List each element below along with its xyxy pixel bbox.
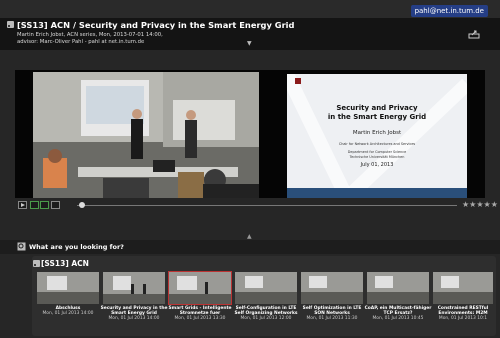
- lecture-caption[interactable]: Security and Privacy in the Smart Energy…: [100, 306, 168, 321]
- lecture-date: Mon, 01 Jul 2013 14:00: [108, 316, 160, 321]
- thumbnail-image: [169, 272, 231, 304]
- lecture-date: Mon, 01 Jul 2013 11:30: [306, 316, 358, 321]
- progress-track[interactable]: [77, 205, 457, 206]
- slide-chair: Chair for Network Architectures and Serv…: [338, 142, 416, 146]
- camera-video[interactable]: [33, 72, 259, 198]
- slide-title-line1: Security and Privacy: [336, 104, 418, 112]
- thumbnail-image: [433, 272, 493, 304]
- lecture-thumbnail[interactable]: [433, 272, 493, 304]
- layout-camera-button[interactable]: [30, 201, 39, 209]
- lecture-caption[interactable]: Constrained RESTful Environments: M2M Mo…: [430, 306, 496, 321]
- slide-date: July 01, 2013: [360, 162, 394, 168]
- lecture-title: [SS13] ACN / Security and Privacy in the…: [17, 20, 295, 30]
- lecture-thumbnail[interactable]: [235, 272, 297, 304]
- lecture-caption[interactable]: Self Optimization in LTE SON Networks Mo…: [298, 306, 366, 321]
- lecture-caption[interactable]: Smart Grids - Intelligente Stromnetze fu…: [166, 306, 234, 321]
- lecture-title: CoAP, ein Multicast-fähiger TCP Ersatz?: [364, 306, 432, 316]
- lecture-caption[interactable]: CoAP, ein Multicast-fähiger TCP Ersatz? …: [364, 306, 432, 321]
- lecture-subtitle: Martin Erich Jobst, ACN series, Mon, 201…: [17, 32, 163, 38]
- slide-title-line2: in the Smart Energy Grid: [327, 113, 427, 121]
- chevron-down-icon[interactable]: ▼: [247, 40, 252, 47]
- lecture-caption[interactable]: Abschluss Mon, 01 Jul 2013 14:00: [34, 306, 102, 316]
- rss-icon[interactable]: [7, 21, 14, 28]
- share-icon[interactable]: [468, 29, 480, 39]
- lecture-title: Self-Configuration in LTE Self Organizin…: [234, 306, 298, 316]
- rss-icon[interactable]: [33, 260, 40, 267]
- thumbnail-image: [103, 272, 165, 304]
- rating-stars[interactable]: ★★★★★: [462, 200, 498, 209]
- lecture-title: Security and Privacy in the Smart Energy…: [100, 306, 168, 316]
- lecture-thumbnail[interactable]: [103, 272, 165, 304]
- slide-dept2: Technische Universität München: [349, 154, 405, 159]
- search-label[interactable]: What are you looking for?: [29, 243, 124, 251]
- play-icon: [21, 203, 25, 207]
- search-icon: [17, 242, 26, 251]
- lecture-title: Self Optimization in LTE SON Networks: [302, 306, 362, 316]
- play-button[interactable]: [18, 201, 27, 209]
- lecture-date: Mon, 01 Jul 2013 14:00: [42, 311, 94, 316]
- thumbnail-image: [235, 272, 297, 304]
- lecture-caption[interactable]: Self-Configuration in LTE Self Organizin…: [232, 306, 300, 321]
- progress-knob[interactable]: [79, 202, 85, 208]
- lecture-room-scene: [33, 72, 259, 198]
- lecture-thumbnail[interactable]: [367, 272, 429, 304]
- lecture-thumbnail[interactable]: [37, 272, 99, 304]
- slide-video[interactable]: Security and Privacy in the Smart Energy…: [287, 74, 467, 198]
- lecture-date: Mon, 01 Jul 2013 12:00: [240, 316, 292, 321]
- thumbnail-image: [301, 272, 363, 304]
- top-bar: pahl@net.in.tum.de: [0, 0, 500, 18]
- thumbnail-image: [367, 272, 429, 304]
- chevron-up-icon[interactable]: ▲: [247, 233, 252, 240]
- slide-background: [287, 74, 467, 198]
- lecture-date: Mon, 01 Jul 2013 13:30: [174, 316, 226, 321]
- lecture-date: Mon, 01 Jul 2013 10:45: [372, 316, 424, 321]
- lecture-date: Mon, 01 Jul 2013 10:1: [438, 316, 488, 321]
- series-title[interactable]: [SS13] ACN: [41, 259, 89, 268]
- lecture-title: Constrained RESTful Environments: M2M: [437, 306, 489, 316]
- lecture-title: Smart Grids - Intelligente Stromnetze fu…: [168, 306, 232, 316]
- layout-slides-button[interactable]: [40, 201, 49, 209]
- thumbnail-image: [37, 272, 99, 304]
- volume-button[interactable]: [51, 201, 60, 209]
- player-controls: ★★★★★: [15, 199, 498, 212]
- lecture-thumbnail[interactable]: [301, 272, 363, 304]
- lecture-thumbnail-active[interactable]: [168, 271, 232, 305]
- lecture-advisor: advisor: Marc-Oliver Pahl - pahl at net.…: [17, 39, 145, 45]
- user-badge[interactable]: pahl@net.in.tum.de: [410, 5, 488, 17]
- slide-author: Martin Erich Jobst: [352, 130, 402, 136]
